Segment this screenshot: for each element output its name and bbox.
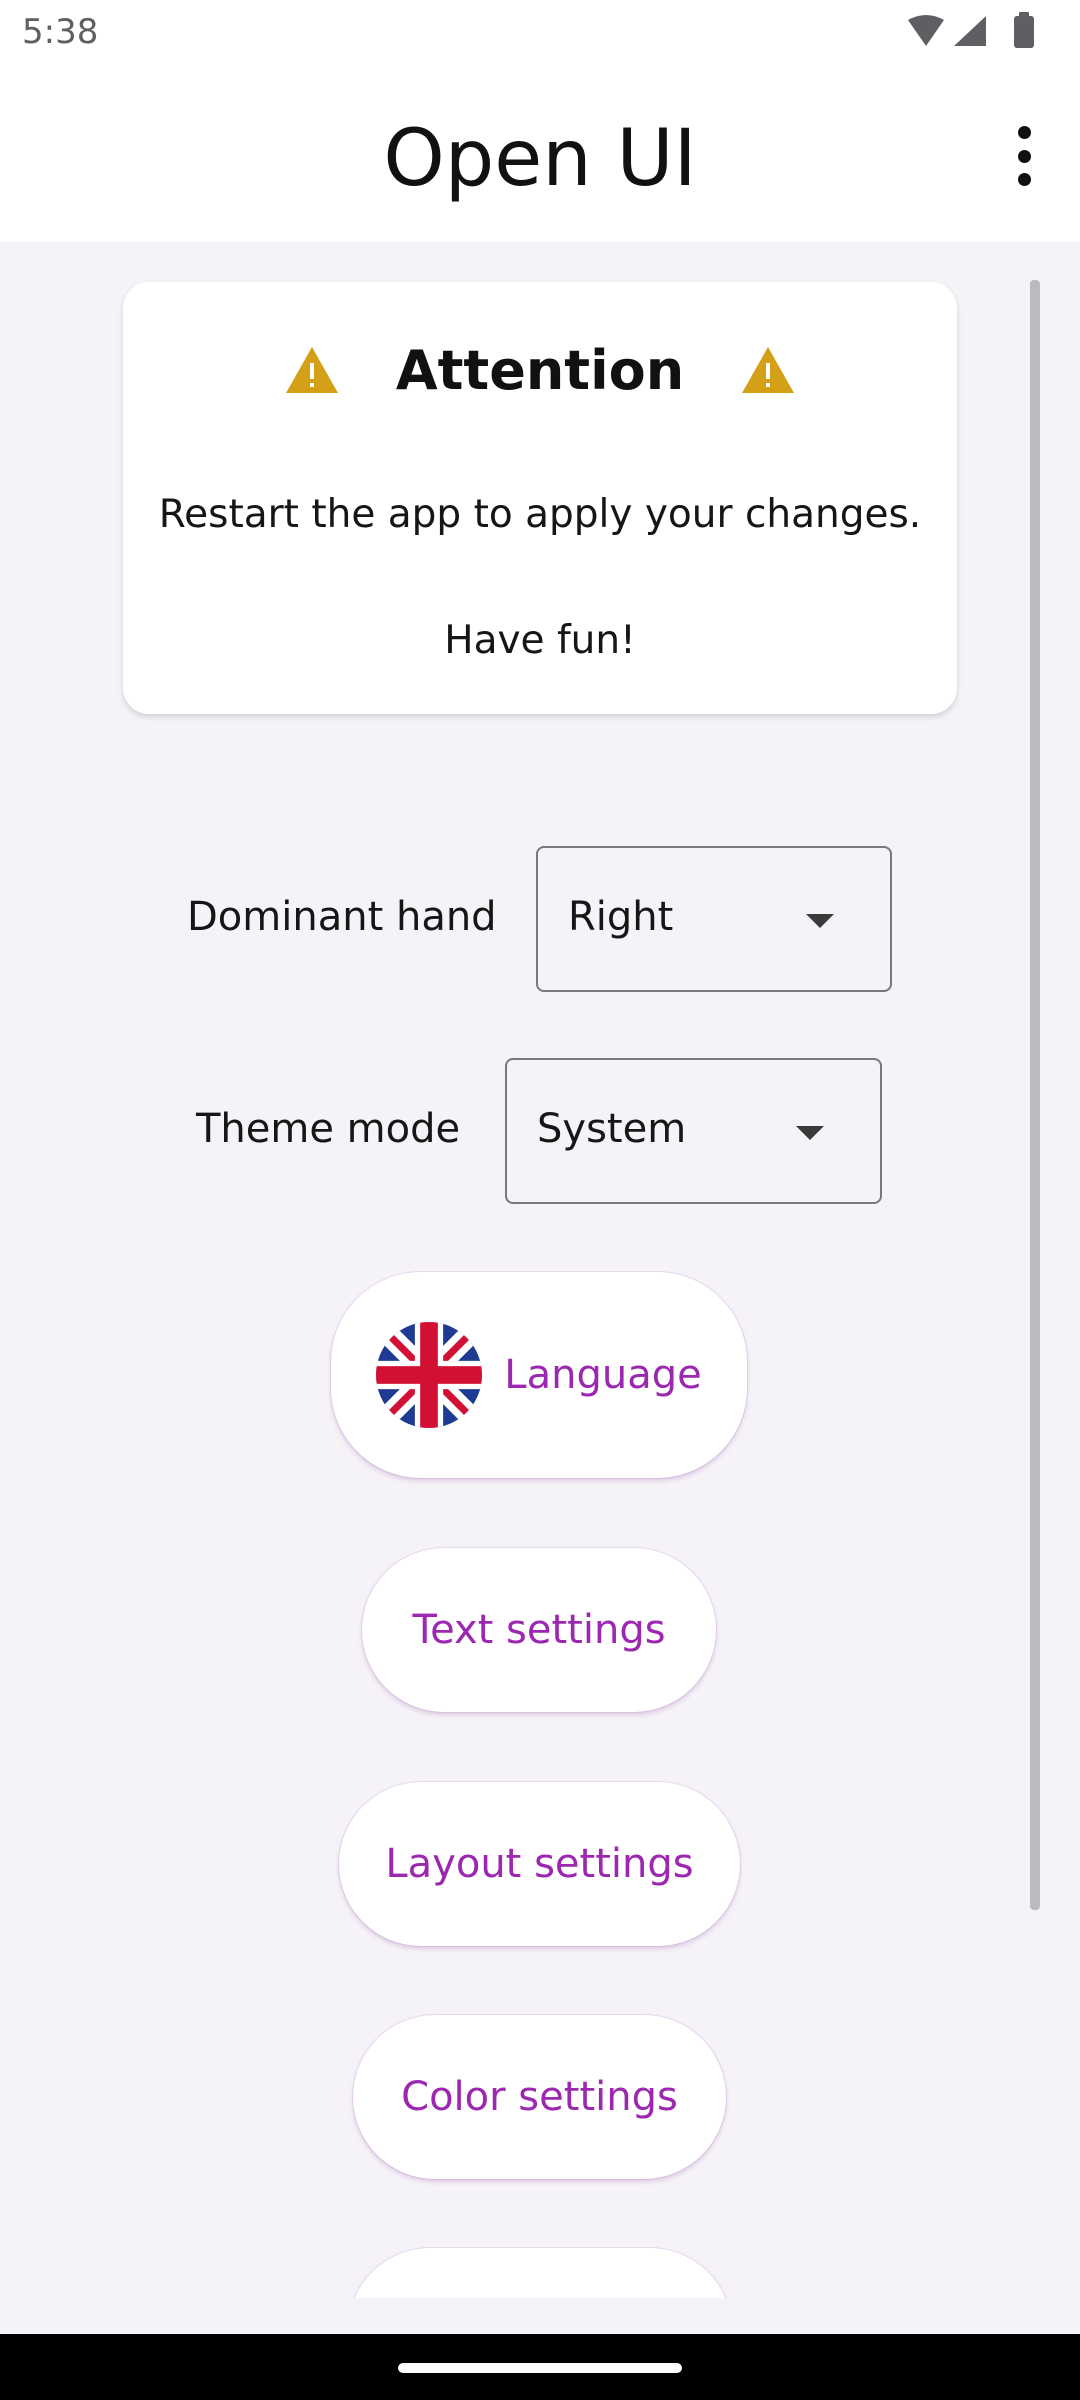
- battery-icon: [1014, 12, 1034, 48]
- dominant-hand-value: Right: [568, 894, 674, 940]
- dominant-hand-dropdown[interactable]: Right: [536, 846, 892, 992]
- attention-title: Attention: [395, 338, 685, 402]
- app-title: Open UI: [383, 114, 697, 204]
- theme-mode-dropdown[interactable]: System: [505, 1058, 882, 1204]
- layout-settings-button[interactable]: Layout settings: [339, 1782, 740, 1946]
- menu-dot: [1017, 126, 1031, 139]
- scrollbar[interactable]: [1030, 280, 1040, 1910]
- wifi-icon: [908, 15, 944, 46]
- chevron-down-icon: [806, 914, 834, 928]
- uk-flag-icon: [376, 1322, 483, 1428]
- attention-fun: Have fun!: [444, 618, 636, 663]
- theme-mode-value: System: [537, 1106, 687, 1152]
- warning-icon: [285, 347, 338, 393]
- attention-message: Restart the app to apply your changes.: [158, 492, 922, 537]
- theme-mode-label: Theme mode: [196, 1106, 461, 1152]
- home-indicator[interactable]: [398, 2363, 682, 2373]
- text-settings-label: Text settings: [412, 1607, 666, 1653]
- attention-card: Attention Restart the app to apply your …: [123, 282, 957, 714]
- menu-dot: [1017, 173, 1031, 186]
- signal-icon: [954, 16, 986, 46]
- more-vert-icon[interactable]: [994, 116, 1054, 196]
- warning-icon: [742, 347, 795, 393]
- menu-dot: [1017, 149, 1031, 163]
- dominant-hand-label: Dominant hand: [187, 894, 497, 940]
- attention-header: Attention: [123, 330, 957, 410]
- status-time: 5:38: [22, 12, 99, 52]
- language-button[interactable]: Language: [331, 1272, 747, 1478]
- status-bar: 5:38: [0, 0, 1080, 64]
- chevron-down-icon: [796, 1126, 824, 1140]
- settings-content[interactable]: Attention Restart the app to apply your …: [0, 242, 1080, 2298]
- text-settings-button[interactable]: Text settings: [362, 1548, 716, 1712]
- color-settings-label: Color settings: [401, 2074, 678, 2120]
- color-settings-button[interactable]: Color settings: [353, 2015, 726, 2179]
- language-button-label: Language: [504, 1352, 702, 1398]
- layout-settings-label: Layout settings: [385, 1841, 694, 1887]
- app-bar: Open UI: [0, 64, 1080, 242]
- status-icons: [908, 12, 1034, 48]
- next-settings-button[interactable]: [348, 2248, 732, 2298]
